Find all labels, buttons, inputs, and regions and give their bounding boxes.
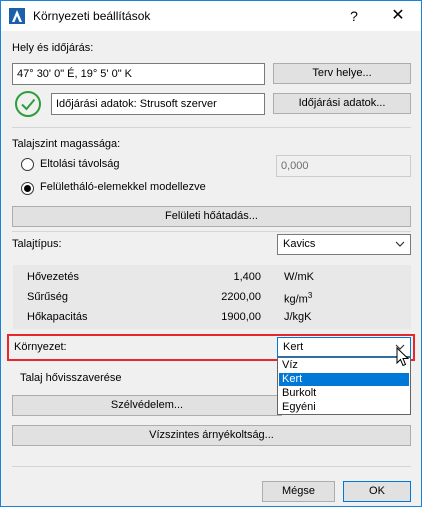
chevron-down-icon bbox=[395, 241, 405, 247]
close-button[interactable]: ✕ bbox=[381, 5, 415, 27]
horizontal-shading-button[interactable]: Vízszintes árnyékoltság... bbox=[12, 425, 411, 446]
density-label: Sűrűség bbox=[27, 291, 68, 303]
density-unit: kg/m3 bbox=[284, 291, 312, 306]
mesh-radio[interactable] bbox=[21, 182, 34, 195]
heat-capacity-unit: J/kgK bbox=[284, 311, 312, 323]
help-button[interactable]: ? bbox=[339, 5, 369, 27]
check-circle-icon bbox=[15, 91, 41, 117]
weather-source-field: Időjárási adatok: Strusoft szerver bbox=[51, 93, 265, 115]
separator bbox=[12, 466, 411, 467]
separator bbox=[12, 231, 411, 232]
heat-capacity-value: 1900,00 bbox=[221, 311, 261, 323]
environment-option-custom[interactable]: Egyéni bbox=[279, 401, 409, 414]
site-location-button[interactable]: Terv helye... bbox=[273, 63, 411, 84]
density-value: 2200,00 bbox=[221, 291, 261, 303]
soil-type-select[interactable]: Kavics bbox=[277, 234, 411, 255]
surface-heat-transfer-button[interactable]: Felületi hőátadás... bbox=[12, 206, 411, 227]
weather-data-button[interactable]: Időjárási adatok... bbox=[273, 93, 411, 114]
mouse-cursor-icon bbox=[396, 347, 410, 367]
window-title: Környezeti beállítások bbox=[33, 9, 151, 23]
soil-type-label: Talajtípus: bbox=[12, 238, 62, 250]
cancel-button[interactable]: Mégse bbox=[262, 481, 335, 502]
soil-reflectance-label: Talaj hővisszaverése bbox=[20, 372, 122, 384]
offset-radio-label: Eltolási távolság bbox=[40, 158, 120, 170]
environment-option-garden[interactable]: Kert bbox=[279, 373, 409, 386]
offset-value-field[interactable]: 0,000 bbox=[276, 155, 411, 177]
environment-option-paved[interactable]: Burkolt bbox=[279, 387, 409, 400]
archicad-app-icon bbox=[9, 8, 25, 24]
ok-button[interactable]: OK bbox=[343, 481, 411, 502]
location-heading: Hely és időjárás: bbox=[12, 42, 94, 54]
mesh-radio-label: Felületháló-elemekkel modellezve bbox=[40, 181, 206, 193]
ground-level-heading: Talajszint magassága: bbox=[12, 138, 121, 150]
offset-radio[interactable] bbox=[21, 158, 34, 171]
conductivity-value: 1,400 bbox=[233, 271, 261, 283]
dialog-window: Környezeti beállítások ? ✕ Hely és időjá… bbox=[0, 0, 422, 507]
coordinates-field: 47° 30' 0" É, 19° 5' 0" K bbox=[12, 63, 265, 85]
environment-label: Környezet: bbox=[14, 341, 67, 353]
separator bbox=[12, 127, 411, 128]
heat-capacity-label: Hőkapacitás bbox=[27, 311, 88, 323]
density-unit-exponent: 3 bbox=[307, 291, 313, 300]
density-unit-base: kg/m bbox=[284, 293, 308, 306]
title-bar: Környezeti beállítások ? ✕ bbox=[1, 1, 421, 31]
conductivity-unit: W/mK bbox=[284, 271, 314, 283]
wind-protection-button[interactable]: Szélvédelem... bbox=[12, 395, 282, 416]
soil-type-value: Kavics bbox=[283, 238, 316, 250]
environment-dropdown-list: Víz Kert Burkolt Egyéni bbox=[277, 357, 411, 415]
environment-select[interactable]: Kert bbox=[277, 337, 411, 357]
radio-selected-dot bbox=[24, 185, 31, 192]
environment-value: Kert bbox=[283, 341, 304, 353]
conductivity-label: Hővezetés bbox=[27, 271, 79, 283]
environment-option-water[interactable]: Víz bbox=[279, 359, 409, 372]
